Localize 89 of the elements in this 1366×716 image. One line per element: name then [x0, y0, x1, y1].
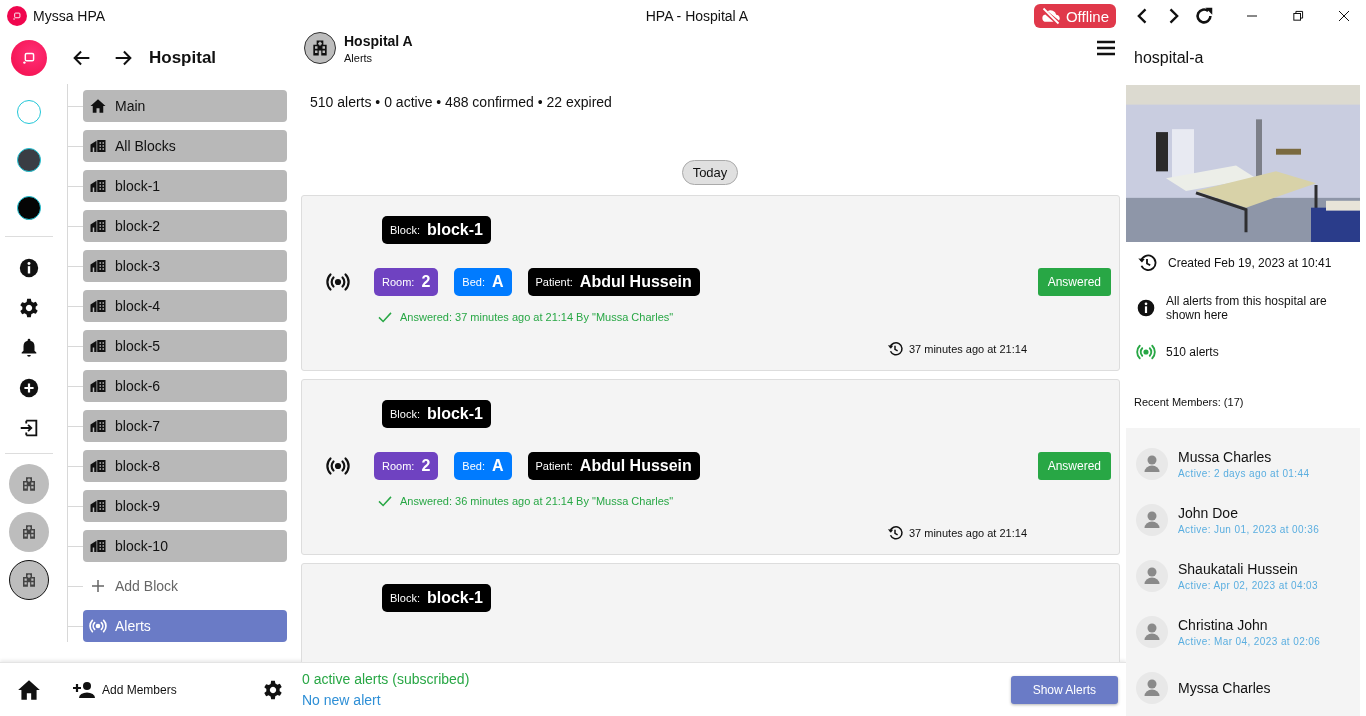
tree-item[interactable]: Main	[83, 90, 287, 122]
hospital-slug: hospital-a	[1134, 49, 1204, 68]
building-icon	[89, 297, 107, 315]
block-tag: Block: block-1	[382, 216, 491, 244]
building-icon	[89, 417, 107, 435]
alert-count: 510 alerts	[1166, 345, 1219, 359]
member-activity: Active: Apr 02, 2023 at 04:03	[1178, 580, 1319, 591]
member-name[interactable]: Shaukatali Hussein	[1178, 561, 1319, 577]
tree-item[interactable]: block-2	[83, 210, 287, 242]
member-name[interactable]: Christina John	[1178, 617, 1321, 633]
bed-tag: Bed: A	[454, 452, 512, 480]
space-circle[interactable]	[16, 148, 41, 172]
home-icon	[89, 97, 107, 115]
broadcast-icon	[326, 270, 350, 294]
alert-card[interactable]: Block: block-1 Room: 2 Bed: A Patient: Abdul Hussein Answered Answered: 37 minutes ago at 21:14 By "Mussa Charles" 37 minutes ago at 21:14	[301, 195, 1120, 371]
building-icon	[89, 257, 107, 275]
bed-tag: Bed: A	[454, 268, 512, 296]
page-title: Hospital A	[344, 32, 414, 49]
member-name[interactable]: John Doe	[1178, 505, 1320, 521]
add-icon[interactable]	[17, 377, 40, 399]
building-icon	[89, 457, 107, 475]
member-name[interactable]: Myssa Charles	[1178, 680, 1271, 696]
history-icon	[1136, 252, 1158, 274]
info-icon	[1136, 298, 1156, 318]
building-icon	[89, 217, 107, 235]
date-separator: Today	[681, 160, 739, 185]
member-activity: Active: 2 days ago at 01:44	[1178, 468, 1310, 479]
alert-card[interactable]: Block: block-1	[301, 563, 1120, 663]
patient-tag: Patient: Abdul Hussein	[527, 452, 700, 480]
patient-tag: Patient: Abdul Hussein	[527, 268, 700, 296]
tree-item[interactable]: All Blocks	[83, 130, 287, 162]
building-icon	[89, 497, 107, 515]
show-alerts-button[interactable]: Show Alerts	[1010, 675, 1118, 704]
hospital-avatar[interactable]	[8, 512, 49, 552]
building-icon	[89, 137, 107, 155]
tree-item[interactable]: Add Block	[83, 570, 287, 602]
answered-note: Answered: 36 minutes ago at 21:14 By "Mussa Charles"	[400, 495, 674, 507]
app-name: Myssa HPA	[33, 8, 106, 24]
info-icon[interactable]	[17, 257, 40, 279]
alert-time: 37 minutes ago at 21:14	[908, 527, 1027, 539]
alert-card[interactable]: Block: block-1 Room: 2 Bed: A Patient: Abdul Hussein Answered Answered: 36 minutes ago at 21:14 By "Mussa Charles" 37 minutes ago at 21:14	[301, 379, 1120, 555]
history-icon	[885, 340, 904, 358]
member-name[interactable]: Mussa Charles	[1178, 449, 1310, 465]
tree-item[interactable]: block-9	[83, 490, 287, 522]
broadcast-icon	[1136, 342, 1156, 362]
tree-item[interactable]: block-7	[83, 410, 287, 442]
tree-item[interactable]: block-6	[83, 370, 287, 402]
add-members-link[interactable]: Add Members	[72, 677, 177, 702]
info-text: All alerts from this hospital are shown here	[1166, 294, 1328, 322]
tree-item[interactable]: Alerts	[83, 610, 287, 642]
room-tag: Room: 2	[374, 452, 439, 480]
panel-title: Hospital	[149, 48, 217, 68]
alert-time: 37 minutes ago at 21:14	[908, 343, 1027, 355]
block-tag: Block: block-1	[382, 584, 491, 612]
window-title: HPA - Hospital A	[644, 8, 750, 24]
block-tag: Block: block-1	[382, 400, 491, 428]
hospital-avatar[interactable]	[8, 464, 49, 504]
broadcast-icon	[89, 617, 107, 635]
members-heading: Recent Members: (17)	[1133, 396, 1245, 408]
building-icon	[89, 537, 107, 555]
tree-item[interactable]: block-5	[83, 330, 287, 362]
settings-icon[interactable]	[262, 678, 284, 701]
tree-item[interactable]: block-4	[83, 290, 287, 322]
broadcast-icon	[326, 454, 350, 478]
space-circle[interactable]	[16, 196, 41, 220]
building-icon	[89, 377, 107, 395]
tree-item[interactable]: block-8	[83, 450, 287, 482]
app-logo[interactable]	[10, 40, 47, 76]
building-icon	[89, 337, 107, 355]
building-icon	[310, 38, 330, 58]
tree-item[interactable]: block-3	[83, 250, 287, 282]
member-activity: Active: Jun 01, 2023 at 00:36	[1178, 524, 1320, 535]
hospital-avatar[interactable]	[8, 560, 49, 600]
offline-badge: Offline	[1033, 4, 1116, 28]
refresh-icon[interactable]	[1193, 5, 1215, 27]
alert-stats: 510 alerts • 0 active • 488 confirmed • 22 expired	[309, 93, 613, 110]
history-icon	[885, 524, 904, 542]
room-tag: Room: 2	[374, 268, 439, 296]
tree-item[interactable]: block-1	[83, 170, 287, 202]
subscription-status: 0 active alerts (subscribed)	[302, 671, 471, 688]
answered-note: Answered: 37 minutes ago at 21:14 By "Mussa Charles"	[400, 311, 674, 323]
building-icon	[89, 177, 107, 195]
cloud-off-icon	[1040, 6, 1061, 26]
created-date: Created Feb 19, 2023 at 10:41	[1168, 256, 1332, 270]
page-subtitle: Alerts	[344, 51, 374, 64]
member-activity: Active: Mar 04, 2023 at 02:06	[1178, 636, 1321, 647]
tree-item[interactable]: block-10	[83, 530, 287, 562]
plus-icon	[89, 577, 107, 595]
new-alert-status: No new alert	[302, 692, 382, 709]
